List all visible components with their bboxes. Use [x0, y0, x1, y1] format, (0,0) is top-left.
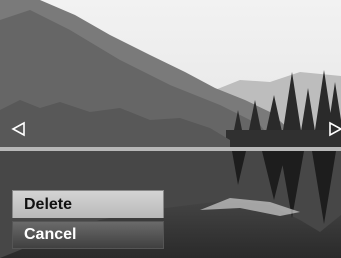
delete-option-label: Delete [24, 195, 73, 213]
delete-option[interactable]: Delete [12, 190, 164, 218]
cancel-option-label: Cancel [24, 226, 77, 243]
cancel-option[interactable]: Cancel [12, 221, 164, 249]
next-image-icon[interactable] [327, 121, 341, 137]
previous-image-icon[interactable] [11, 121, 27, 137]
playback-screen: Delete Cancel [0, 0, 341, 258]
delete-menu: Delete Cancel [12, 190, 164, 249]
